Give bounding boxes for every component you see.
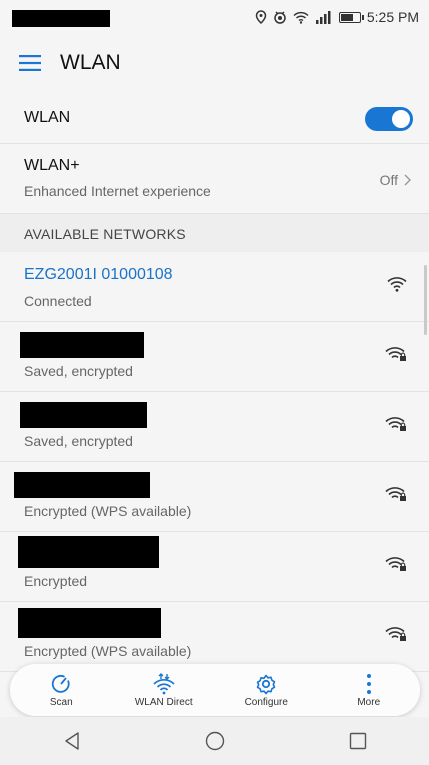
wlan-direct-button[interactable]: WLAN Direct	[119, 672, 209, 708]
bottom-action-bar: Scan WLAN Direct Configure More	[10, 664, 420, 716]
wlan-plus-subtitle: Enhanced Internet experience	[24, 183, 211, 199]
recents-button[interactable]	[328, 719, 388, 763]
more-label: More	[357, 696, 381, 708]
redacted-block	[12, 10, 110, 27]
wifi-lock-icon	[385, 487, 406, 501]
network-status: Saved, encrypted	[24, 433, 133, 449]
page-title: WLAN	[60, 51, 121, 74]
status-time: 5:25 PM	[366, 9, 419, 25]
settings-list: WLAN WLAN+ Enhanced Internet experience …	[0, 92, 429, 672]
section-title: AVAILABLE NETWORKS	[24, 226, 186, 242]
wlan-plus-row[interactable]: WLAN+ Enhanced Internet experience Off	[0, 144, 429, 214]
wlan-plus-value: Off	[380, 172, 411, 188]
network-item[interactable]: Saved, encrypted	[0, 322, 429, 392]
network-item[interactable]: Saved, encrypted	[0, 392, 429, 462]
wlan-toggle-switch[interactable]	[365, 107, 413, 131]
available-networks-header: AVAILABLE NETWORKS	[0, 214, 429, 252]
redacted-network-name	[18, 536, 159, 568]
network-status: Encrypted (WPS available)	[24, 503, 192, 519]
chevron-right-icon	[404, 174, 411, 186]
redacted-network-name	[20, 402, 147, 428]
configure-label: Configure	[244, 696, 288, 708]
network-status: Encrypted (WPS available)	[24, 643, 192, 659]
wlan-toggle-row[interactable]: WLAN	[0, 92, 429, 144]
eye-comfort-icon	[274, 11, 286, 24]
scrollbar[interactable]	[424, 265, 427, 335]
recents-square-icon	[349, 732, 366, 750]
back-button[interactable]	[42, 719, 102, 763]
wifi-lock-icon	[385, 627, 406, 641]
wlan-plus-state: Off	[379, 172, 398, 188]
scan-label: Scan	[49, 696, 73, 708]
status-bar: 5:25 PM	[0, 0, 429, 34]
network-item[interactable]: Encrypted (WPS available)	[0, 462, 429, 532]
wlan-direct-icon	[153, 672, 175, 694]
more-button[interactable]: More	[324, 673, 414, 708]
signal-icon	[315, 10, 331, 24]
wifi-lock-icon	[385, 417, 406, 431]
toggle-knob	[392, 110, 410, 128]
redacted-network-name	[14, 472, 150, 498]
home-circle-icon	[205, 731, 224, 751]
wifi-signal-icon	[387, 277, 407, 292]
network-item[interactable]: EZG2001I 01000108 Connected	[0, 252, 429, 322]
scan-icon	[52, 674, 70, 693]
wifi-lock-icon	[385, 557, 406, 571]
back-triangle-icon	[64, 732, 79, 750]
configure-button[interactable]: Configure	[221, 673, 311, 708]
redacted-network-name	[18, 608, 161, 638]
redacted-network-name	[20, 332, 144, 358]
menu-button[interactable]	[0, 34, 60, 92]
network-item[interactable]: Encrypted	[0, 532, 429, 602]
wlan-direct-label: WLAN Direct	[134, 696, 193, 708]
location-icon	[255, 10, 267, 24]
network-status: Saved, encrypted	[24, 363, 133, 379]
wlan-plus-label: WLAN+	[24, 157, 80, 174]
hamburger-menu-icon	[19, 55, 41, 71]
network-name: EZG2001I 01000108	[24, 266, 173, 283]
home-button[interactable]	[185, 719, 245, 763]
wifi-status-icon	[293, 11, 309, 24]
status-icons: 5:25 PM	[255, 9, 419, 25]
gear-icon	[256, 674, 276, 694]
wifi-lock-icon	[385, 347, 406, 361]
network-status: Connected	[24, 293, 92, 309]
network-status: Encrypted	[24, 573, 88, 589]
scan-button[interactable]: Scan	[16, 673, 106, 708]
network-item[interactable]: Encrypted (WPS available)	[0, 602, 429, 672]
battery-icon	[338, 11, 364, 23]
system-nav-bar	[0, 717, 429, 765]
wlan-label: WLAN	[24, 109, 71, 126]
app-bar: WLAN	[0, 34, 429, 92]
more-vertical-icon	[366, 673, 371, 694]
